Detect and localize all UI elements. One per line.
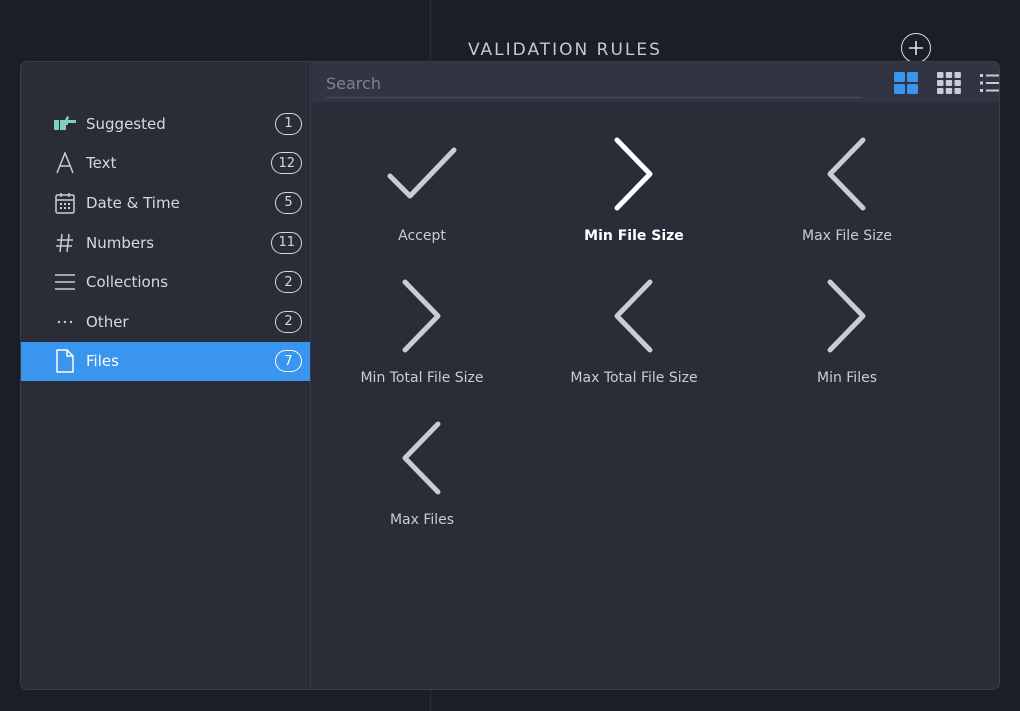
sidebar-item-suggested[interactable]: Suggested 1 [21,104,310,144]
rule-label: Max Total File Size [570,370,698,386]
large-grid-icon [894,72,918,94]
rule-label: Accept [398,228,446,244]
greater-than-icon [802,271,892,361]
search-input[interactable] [326,70,862,98]
sidebar-item-files[interactable]: Files 7 [21,341,310,382]
small-grid-view-button[interactable] [937,71,961,95]
rule-label: Min Total File Size [360,370,484,386]
large-grid-view-button[interactable] [894,71,918,95]
sidebar-item-date-time[interactable]: Date & Time 5 [21,183,310,223]
sidebar-item-label: Other [86,312,129,331]
less-than-icon [589,271,679,361]
ellipsis-icon [53,310,77,334]
sidebar-item-label: Date & Time [86,193,180,212]
count-badge: 11 [271,231,302,254]
rule-tile-max-files[interactable]: Max Files [322,408,522,538]
count-badge: 2 [275,310,302,333]
sidebar-item-label: Collections [86,273,169,292]
greater-than-icon [589,129,679,219]
greater-than-icon [377,271,467,361]
count-badge: 1 [275,112,302,135]
section-title: VALIDATION RULES [468,40,662,60]
rule-label: Min File Size [584,228,684,244]
rule-tile-max-file-size[interactable]: Max File Size [747,124,947,254]
count-badge: 5 [275,191,302,214]
text-a-icon [53,151,77,175]
sidebar-item-label: Files [86,352,119,371]
count-badge: 7 [275,350,302,373]
calendar-icon [53,191,77,215]
small-grid-icon [937,72,961,94]
less-than-icon [802,129,892,219]
rule-picker-panel: Suggested 1 Text 12 Date & Time 5 Number… [20,61,1000,690]
rule-label: Max File Size [801,228,892,244]
sidebar-item-label: Numbers [86,233,155,252]
add-rule-button[interactable] [901,33,931,63]
less-than-icon [377,413,467,503]
sidebar-item-label: Text [86,154,117,173]
sidebar-item-collections[interactable]: Collections 2 [21,262,310,302]
rule-label: Min Files [816,370,877,386]
list-view-button[interactable] [980,71,999,95]
hash-icon [53,231,77,255]
count-badge: 12 [271,152,302,175]
rule-grid: Accept Min File Size Max File Size Min T… [312,102,999,689]
category-sidebar: Suggested 1 Text 12 Date & Time 5 Number… [21,62,311,689]
plus-icon [909,41,923,55]
sidebar-item-other[interactable]: Other 2 [21,302,310,342]
list-view-icon [980,74,999,92]
checkmark-icon [377,129,467,219]
rule-tile-min-file-size[interactable]: Min File Size [534,124,734,254]
rule-label: Max Files [389,512,455,528]
sidebar-item-numbers[interactable]: Numbers 11 [21,223,310,263]
sidebar-item-text[interactable]: Text 12 [21,144,310,184]
count-badge: 2 [275,271,302,294]
rule-tile-min-total-file-size[interactable]: Min Total File Size [322,266,522,396]
list-lines-icon [53,270,77,294]
file-icon [53,349,77,374]
rule-tile-min-files[interactable]: Min Files [747,266,947,396]
sidebar-item-label: Suggested [86,114,166,133]
pointing-hand-icon [53,112,77,136]
rule-tile-max-total-file-size[interactable]: Max Total File Size [534,266,734,396]
rule-tile-accept[interactable]: Accept [322,124,522,254]
picker-toolbar [312,62,999,102]
